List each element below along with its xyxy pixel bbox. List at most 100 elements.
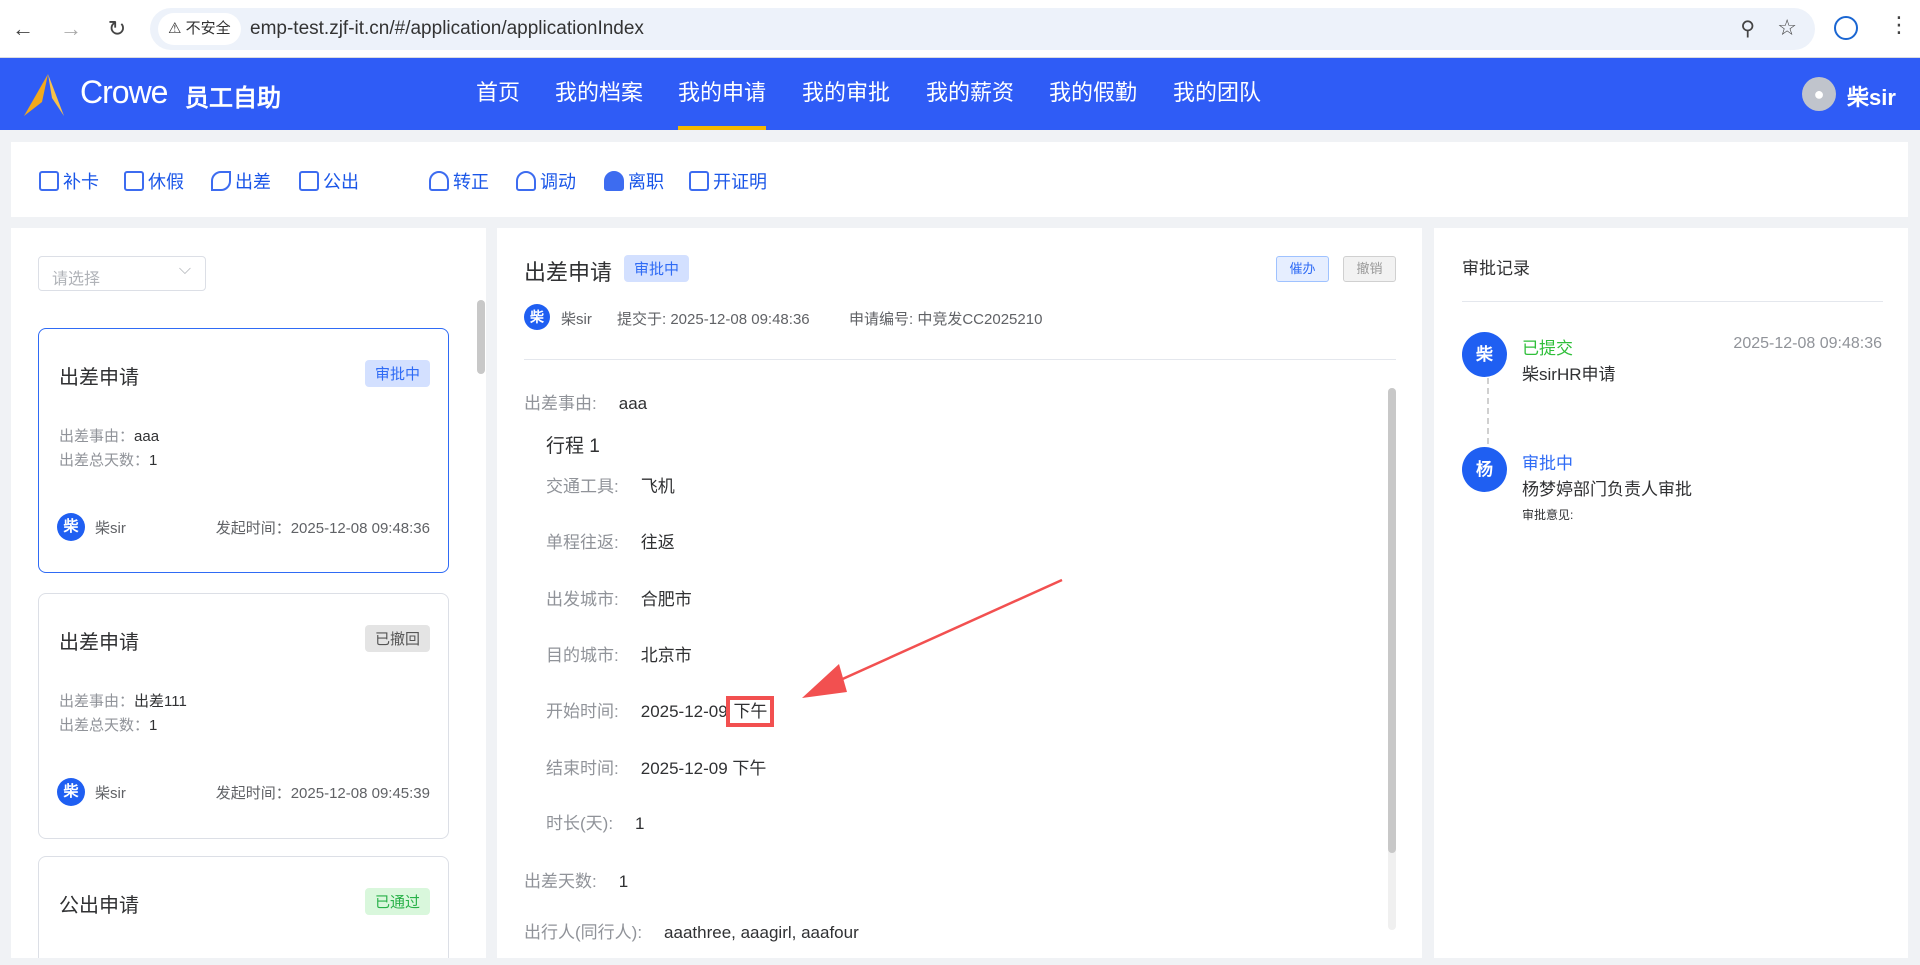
avatar: 柴 [524,304,550,330]
divider [1462,301,1883,302]
field-label: 出差总天数： [59,717,150,734]
field-label: 出差总天数： [59,452,150,469]
security-label: 不安全 [185,20,231,37]
field-label: 时长(天): [546,814,614,833]
field-label: 出发城市: [546,590,619,609]
address-bar[interactable]: ⚠ 不安全 emp-test.zjf-it.cn/#/application/a… [150,8,1815,50]
application-detail-panel: 出差申请 审批中 催办 撤销 柴 柴sir 提交于: 2025-12-08 09… [497,228,1422,958]
field-label: 出差事由： [59,693,135,710]
action-official-out[interactable]: 公出 [299,168,359,194]
user-name[interactable]: 柴sir [1847,80,1896,112]
action-resignation[interactable]: 离职 [604,168,664,194]
calendar-icon [124,171,144,191]
action-regularization[interactable]: 转正 [429,168,489,194]
nav-my-approvals[interactable]: 我的审批 [802,58,890,130]
list-item[interactable]: 出差申请 已撤回 出差事由：出差111 出差总天数：1 柴 柴sir 发起时间：… [38,593,449,839]
detail-scrollbar-thumb[interactable] [1388,388,1396,853]
time-value: 2025-12-08 09:45:39 [290,785,430,802]
urge-button[interactable]: 催办 [1276,256,1329,282]
clipboard-icon [689,171,709,191]
field-label: 结束时间: [546,759,619,778]
nav-profile[interactable]: 我的档案 [555,58,643,130]
action-label: 出差 [235,172,271,192]
submitted-time: 2025-12-08 09:48:36 [670,311,810,328]
action-leave[interactable]: 休假 [124,168,184,194]
plane-icon [211,171,231,191]
status-badge: 已通过 [364,888,430,915]
profile-icon[interactable] [1834,16,1858,40]
nav-team[interactable]: 我的团队 [1173,58,1261,130]
field-value: 1 [149,717,158,734]
highlighted-period: 下午 [726,696,775,727]
time-label: 发起时间： [215,785,291,802]
action-label: 转正 [453,172,489,192]
list-item[interactable]: 出差申请 审批中 出差事由：aaa 出差总天数：1 柴 柴sir 发起时间：20… [38,328,449,573]
field-label: 出差天数: [524,872,597,891]
card-title: 出差申请 [59,632,139,654]
filter-select[interactable]: 请选择 ⌵ [38,256,206,291]
calendar-check-icon [39,171,59,191]
field-value: 2025-12-09 下午 [640,759,767,778]
user-transfer-icon [516,171,536,191]
field-value: 1 [149,452,158,469]
nav-attendance[interactable]: 我的假勤 [1049,58,1137,130]
menu-icon[interactable]: ⋮ [1888,12,1910,38]
field-label: 单程往返: [546,533,619,552]
nav-salary[interactable]: 我的薪资 [926,58,1014,130]
field-value: aaa [134,428,160,445]
nav-home[interactable]: 首页 [476,58,520,130]
applicant-name: 柴sir [561,311,592,328]
field-value: 出差111 [134,693,187,710]
field-label: 出行人(同行人): [524,923,643,942]
star-icon[interactable]: ☆ [1777,15,1797,41]
list-item[interactable]: 公出申请 已通过 [38,856,449,958]
avatar: 杨 [1462,447,1507,492]
application-list-panel: 请选择 ⌵ 出差申请 审批中 出差事由：aaa 出差总天数：1 柴 柴sir 发… [11,228,486,958]
top-nav: Crowe 员工自助 首页 我的档案 我的申请 我的审批 我的薪资 我的假勤 我… [0,58,1920,130]
field-value: aaathree, aaagirl, aaafour [664,923,859,942]
zoom-icon[interactable]: ⚲ [1740,16,1755,41]
submitted-label: 提交于: [617,311,667,328]
field-value: 北京市 [640,646,692,665]
action-transfer[interactable]: 调动 [516,168,576,194]
revoke-button[interactable]: 撤销 [1343,256,1396,282]
action-label: 公出 [323,172,359,192]
nav-my-applications[interactable]: 我的申请 [678,58,767,130]
action-business-trip[interactable]: 出差 [211,168,271,194]
field-value: 1 [635,814,645,833]
status-badge: 审批中 [364,360,430,387]
user-avatar-icon[interactable]: ● [1802,77,1836,111]
user-check-icon [429,171,449,191]
field-label: 交通工具: [546,477,619,496]
field-label: 出差事由: [524,394,597,413]
warning-icon: ⚠ [168,20,182,37]
records-title: 审批记录 [1462,259,1530,278]
time-label: 发起时间： [215,520,291,537]
field-label: 开始时间: [546,702,619,721]
reload-icon[interactable]: ↻ [102,14,132,44]
trip-title: 行程 1 [546,436,600,457]
avatar: 柴 [57,513,85,541]
list-scrollbar[interactable] [477,300,485,374]
action-label: 补卡 [63,172,99,192]
app-name: 员工自助 [185,85,281,112]
brand-name: Crowe [80,74,168,110]
forward-icon[interactable]: → [56,14,86,44]
field-value: 往返 [640,533,675,552]
avatar: 柴 [1462,332,1507,377]
card-title: 出差申请 [59,367,139,389]
back-icon[interactable]: ← [8,14,38,44]
field-label: 出差事由： [59,428,135,445]
security-chip[interactable]: ⚠ 不安全 [158,13,241,45]
url-text[interactable]: emp-test.zjf-it.cn/#/application/applica… [250,8,644,50]
application-no: 中竞发CC2025210 [917,311,1043,328]
browser-toolbar: ← → ↻ ⚠ 不安全 emp-test.zjf-it.cn/#/applica… [0,0,1920,58]
action-certificate[interactable]: 开证明 [689,168,767,194]
travelers-row: 出行人(同行人): aaathree, aaagirl, aaafour [524,918,859,943]
record-desc: 杨梦婷部门负责人审批 [1522,480,1692,499]
action-label: 开证明 [713,172,767,192]
action-card-repair[interactable]: 补卡 [39,168,99,194]
page-title: 出差申请 [524,260,613,285]
record-status: 审批中 [1522,454,1573,473]
filter-placeholder: 请选择 [52,271,101,288]
